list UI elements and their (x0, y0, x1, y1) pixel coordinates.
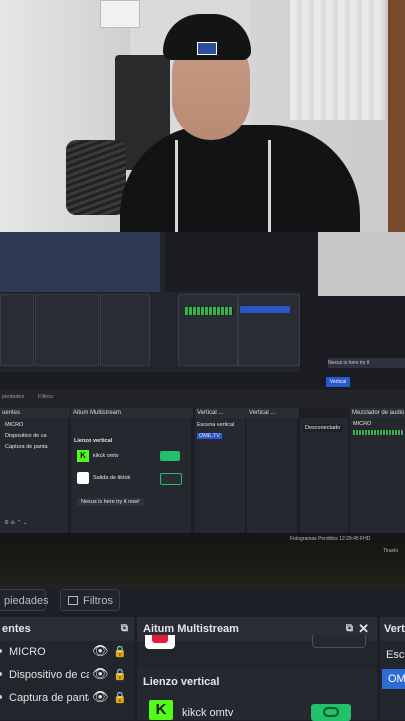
nested-multistream-header: Aitum Multistream (71, 408, 193, 418)
timeline-label: Tiruelo (383, 548, 399, 554)
vertical-canvas-label: Lienzo vertical (143, 676, 220, 688)
output-name: kikck omtv (182, 707, 234, 719)
kick-toggle[interactable] (160, 451, 180, 461)
nested-vertical-canvas-label: Lienzo vertical (74, 438, 113, 444)
jacket-stripe (268, 140, 271, 232)
nested-mixer-header: Mezclador de audio (350, 408, 405, 418)
source-item-micro[interactable]: MICRO 👁 🔒 (0, 641, 134, 663)
nested-mixer-track: MICRO (353, 421, 372, 427)
nested-stream-kick: kikck omtv (93, 453, 119, 459)
nested-dock (0, 294, 34, 366)
tiktok-icon (152, 635, 168, 643)
audio-source-icon (0, 649, 2, 653)
vertical-dock: Esce OM (380, 641, 405, 720)
source-label: MICRO (9, 646, 46, 658)
eye-icon[interactable]: 👁 (92, 686, 109, 708)
nested-mixer-select[interactable]: Desconectado (303, 424, 343, 432)
nested-blue-button (240, 306, 290, 313)
tab-filters-label: Filtros (83, 595, 113, 607)
sources-dock: MICRO 👁 🔒 Dispositivo de ca 👁 🔒 Captura … (0, 641, 134, 720)
tiktok-icon (77, 472, 89, 484)
source-label: Captura de panta (9, 692, 89, 704)
nested-dock (178, 294, 238, 366)
tiktok-toggle[interactable] (160, 473, 182, 485)
nested-dock (238, 294, 300, 366)
nested-vertical-scene-header: Vertical ... (247, 408, 299, 418)
shelf-board (100, 0, 140, 28)
nested-preview (165, 232, 300, 292)
nested-sources-panel: MICRO Dispositivo de ca Captura de panta… (0, 418, 68, 533)
nested-vertical-header: Vertical ... (195, 408, 247, 418)
scene-item-selected[interactable]: OM (382, 669, 405, 689)
nested-source-controls[interactable]: ⚙ ⊖ ⌃ ⌄ (4, 520, 27, 526)
nested-source-item[interactable]: Captura de panta (5, 444, 48, 450)
nested-filters-tab[interactable]: Filtros (38, 394, 53, 400)
lock-icon[interactable]: 🔒 (113, 687, 127, 709)
tiktok-logo-partial (145, 635, 175, 649)
chair (66, 140, 126, 215)
eye-icon[interactable]: 👁 (92, 640, 109, 662)
nested-scene-panel (247, 418, 297, 533)
scene-item[interactable]: Esce (386, 649, 405, 661)
nested-meter (185, 307, 233, 315)
nested-toolbar (0, 232, 160, 292)
sources-dock-title: entes (2, 623, 31, 635)
stream-toggle[interactable] (311, 704, 351, 721)
eye-icon[interactable]: 👁 (92, 663, 109, 685)
kick-icon: K (77, 450, 89, 462)
nested-stream-tiktok: Salida de tiktok (93, 475, 131, 481)
nested-mid-panel: Desconectado (300, 418, 348, 533)
status-text: Fotogramas Perdidos 12:29:45 FHD (290, 536, 371, 542)
output-button-partial[interactable] (312, 635, 366, 648)
nested-dock (35, 294, 99, 366)
multistream-dock-title: Aitum Multistream (143, 623, 239, 635)
nested-props-bar: piedades Filtros (0, 390, 405, 407)
vertical-dock-header: Vert (380, 617, 405, 641)
screen-source-icon (0, 695, 2, 699)
webcam-feed (0, 0, 405, 232)
camera-source-icon (0, 672, 2, 676)
nested-mixer-panel: MICRO (350, 418, 405, 533)
nested-scene-item-selected[interactable]: OME.TV (197, 433, 223, 439)
nested-sources-header: uentes (0, 408, 70, 418)
nested-obs-preview: Nexus is here try it Vertical piedades F… (0, 232, 405, 407)
nested-props-tab[interactable]: piedades (2, 394, 24, 400)
nested-vertical-panel: Escena vertical OME.TV (195, 418, 245, 533)
audio-meter (353, 430, 403, 435)
source-item-capture[interactable]: Captura de panta 👁 🔒 (0, 687, 134, 709)
source-item-device[interactable]: Dispositivo de ca 👁 🔒 (0, 664, 134, 686)
nested-source-item[interactable]: MICRO (5, 422, 23, 428)
tab-filters[interactable]: Filtros (60, 589, 120, 611)
lock-icon[interactable]: 🔒 (113, 664, 127, 686)
filters-icon (68, 596, 78, 605)
tab-properties[interactable]: piedades (0, 589, 49, 611)
nested-scene-item[interactable]: Escena vertical (197, 422, 234, 428)
nexus-banner: Nexus is here try it (328, 358, 405, 368)
sources-dock-header: entes ⧉ (0, 617, 134, 641)
nested-webcam (318, 232, 405, 296)
dock-float-icon[interactable]: ⧉ (121, 617, 128, 641)
vertical-button[interactable]: Vertical (326, 377, 350, 387)
kick-icon: K (149, 700, 173, 720)
lock-icon[interactable]: 🔒 (113, 641, 127, 663)
jacket-stripe (175, 140, 178, 232)
nested-nexus: Nexus is here try it now! (77, 498, 144, 506)
nested-source-item[interactable]: Dispositivo de ca (5, 433, 47, 439)
window-curtain (290, 0, 385, 120)
door (388, 0, 405, 232)
nested-multistream-panel: Lienzo vertical K kikck omtv Salida de t… (71, 418, 191, 533)
multistream-dock: Lienzo vertical K kikck omtv (137, 635, 377, 721)
source-label: Dispositivo de ca (9, 669, 89, 681)
cap-logo (197, 42, 217, 55)
toggle-icon (323, 707, 339, 717)
nested-dock (100, 294, 150, 366)
